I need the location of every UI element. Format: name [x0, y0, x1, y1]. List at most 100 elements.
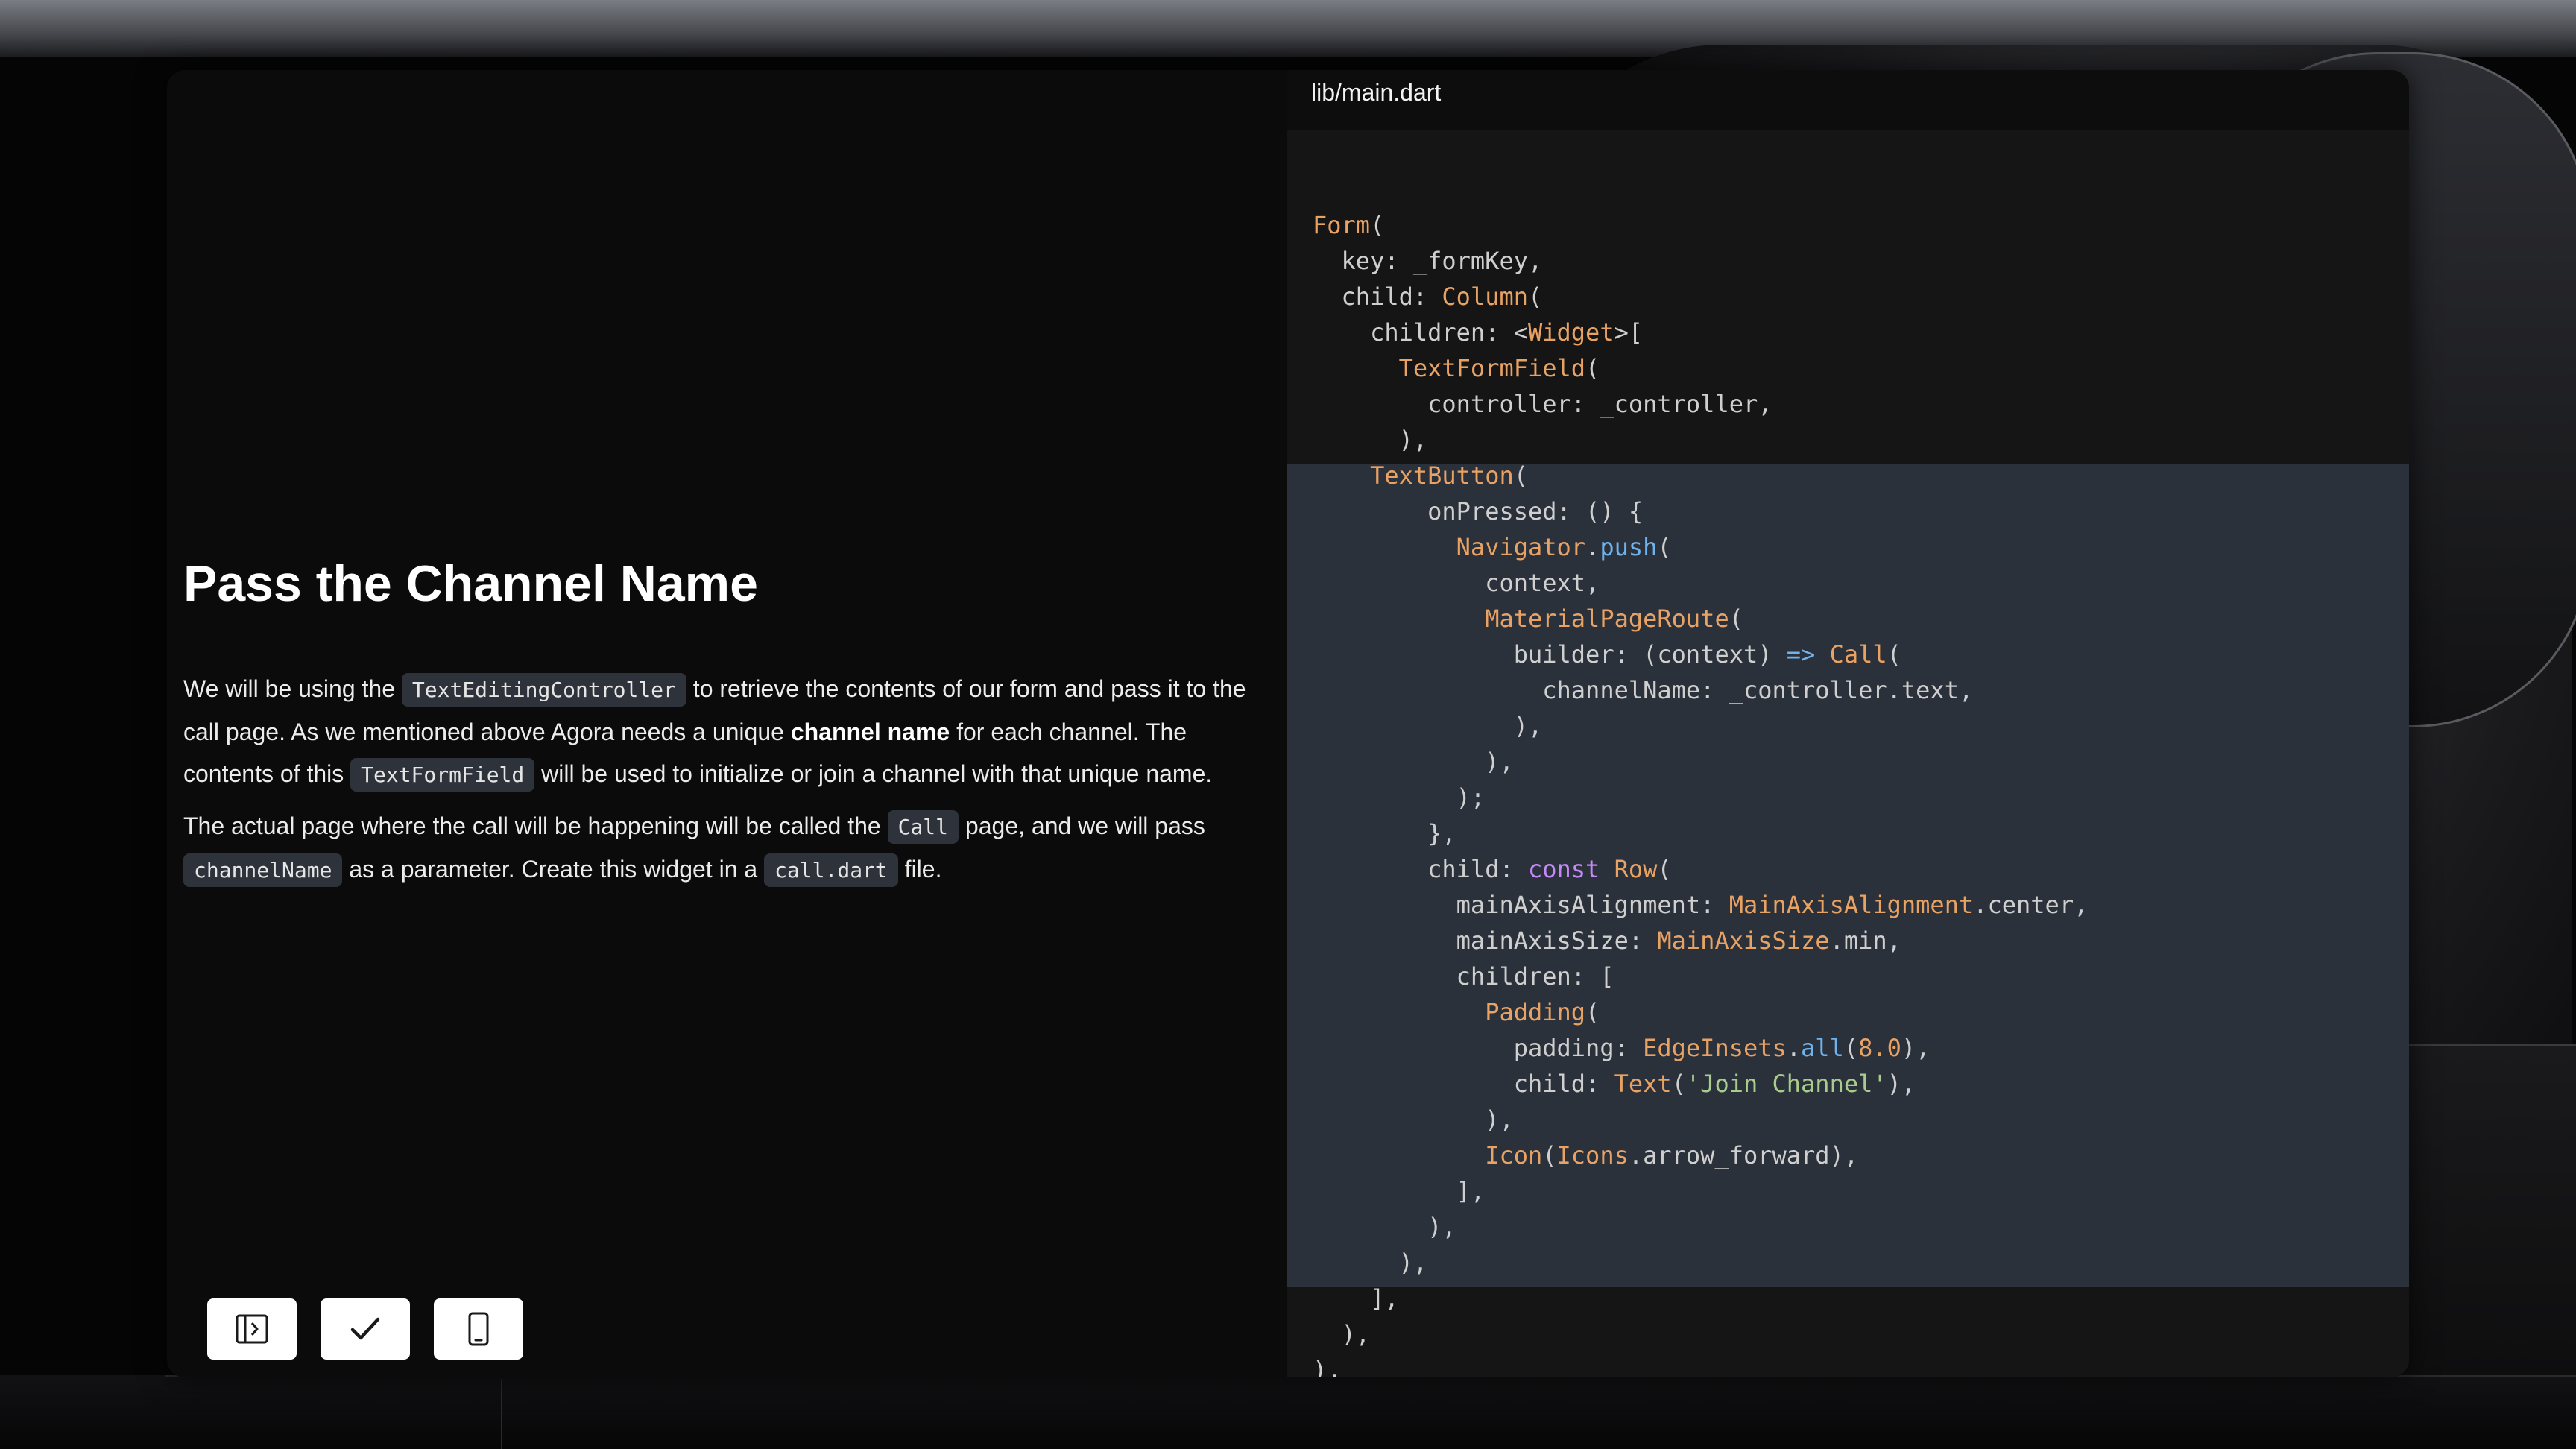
code-token: ( [1657, 533, 1672, 561]
code-line: Form( [1313, 207, 2088, 243]
code-token: const [1527, 855, 1600, 883]
code-token: padding: [1313, 1034, 1644, 1062]
code-token: child: [1313, 855, 1528, 883]
code-token: 8.0 [1858, 1034, 1901, 1062]
code-line: TextFormField( [1313, 350, 2088, 386]
code-line: mainAxisAlignment: MainAxisAlignment.cen… [1313, 887, 2089, 923]
code-token: ( [1370, 211, 1385, 239]
code-line: builder: (context) => Call( [1313, 637, 2088, 672]
code-token: push [1600, 533, 1658, 561]
code-line: ); [1313, 780, 2088, 815]
file-tab-bar: lib/main.dart [1287, 70, 2409, 130]
code-token: ), [1313, 1213, 1456, 1241]
code-line: ), [1313, 744, 2088, 780]
code-token: Row [1614, 855, 1658, 883]
bold-text: channel name [790, 719, 950, 745]
text-run: will be used to initialize or join a cha… [534, 760, 1213, 787]
background-bottom [0, 1375, 2576, 1449]
code-token: ( [1887, 640, 1901, 669]
code-token: Icon [1485, 1141, 1543, 1169]
lesson-pane: Pass the Channel Name We will be using t… [167, 70, 1287, 1377]
code-token: ( [1585, 354, 1600, 382]
check-button[interactable] [321, 1298, 410, 1360]
code-line: controller: _controller, [1313, 386, 2088, 422]
code-token: all [1801, 1034, 1844, 1062]
background-vline [501, 1379, 502, 1449]
tutorial-window: Pass the Channel Name We will be using t… [167, 70, 2409, 1377]
code-token: ], [1313, 1284, 1399, 1313]
inline-code: TextEditingController [401, 673, 686, 707]
code-token: children: < [1313, 318, 1528, 347]
code-line: onPressed: () { [1313, 493, 2088, 529]
code-token: ), [1887, 1070, 1916, 1098]
code-token: .min, [1829, 926, 1901, 955]
code-line: children: [ [1313, 959, 2088, 994]
code-token: MainAxisSize [1657, 926, 1830, 955]
code-token: MaterialPageRoute [1485, 604, 1729, 633]
background-shelf [2385, 1044, 2576, 1404]
code-token: Column [1442, 282, 1528, 311]
code-line: ), [1313, 422, 2088, 458]
code-line: key: _formKey, [1313, 243, 2088, 279]
toggle-sidebar-button[interactable] [207, 1298, 297, 1360]
code-token: builder: (context) [1313, 640, 1787, 669]
code-token: mainAxisSize: [1313, 926, 1658, 955]
phone-preview-icon [468, 1312, 489, 1346]
code-line: ), [1313, 1245, 2088, 1281]
code-token: context, [1313, 569, 1600, 597]
code-token: TextButton [1370, 461, 1514, 490]
code-token: Widget [1527, 318, 1614, 347]
code-token: key: _formKey, [1313, 247, 1543, 275]
text-run: as a parameter. Create this widget in a [342, 856, 765, 883]
code-line: children: <Widget>[ [1313, 315, 2088, 350]
code-line: ], [1313, 1281, 2088, 1316]
code-token: Text [1614, 1070, 1672, 1098]
code-token: ( [1671, 1070, 1686, 1098]
code-token: ), [1313, 1248, 1428, 1277]
check-icon [350, 1317, 380, 1340]
code-token: Navigator [1456, 533, 1586, 561]
lesson-paragraph-1: We will be using the TextEditingControll… [183, 668, 1279, 796]
code-token: . [1786, 1034, 1802, 1062]
code-token: ( [1513, 461, 1528, 490]
file-name: lib/main.dart [1311, 79, 1442, 106]
code-token: ), [1901, 1034, 1931, 1062]
code-line: mainAxisSize: MainAxisSize.min, [1313, 923, 2088, 959]
code-token: ), [1313, 1105, 1514, 1134]
code-line: ], [1313, 1173, 2088, 1209]
inline-code: TextFormField [350, 758, 535, 792]
code-token: .arrow_forward), [1628, 1141, 1859, 1169]
toggle-sidebar-icon [236, 1314, 268, 1344]
code-line: ), [1313, 708, 2088, 744]
code-line: context, [1313, 565, 2088, 601]
text-run: We will be using the [183, 675, 402, 702]
phone-preview-button[interactable] [434, 1298, 523, 1360]
inline-code: Call [887, 810, 959, 844]
code-token: channelName: _controller.text, [1313, 676, 1974, 704]
lesson-title: Pass the Channel Name [183, 555, 758, 612]
code-token: Call [1829, 640, 1887, 669]
code-line: MaterialPageRoute( [1313, 601, 2088, 637]
code-token: Form [1313, 211, 1371, 239]
inline-code: channelName [183, 853, 343, 887]
code-lines: Form( key: _formKey, child: Column( chil… [1313, 207, 2088, 1377]
code-line: ), [1313, 1316, 2088, 1352]
code-token: child: [1313, 282, 1442, 311]
code-token: children: [ [1313, 962, 1614, 991]
code-line: child: Column( [1313, 279, 2088, 315]
code-line: channelName: _controller.text, [1313, 672, 2088, 708]
text-run: page, and we will pass [959, 812, 1205, 839]
code-line: }, [1313, 815, 2088, 851]
code-pane: lib/main.dart Form( key: _formKey, child… [1287, 70, 2409, 1377]
code-token: ( [1843, 1034, 1859, 1062]
code-token: ( [1585, 998, 1600, 1026]
code-token: . [1585, 533, 1600, 561]
code-editor[interactable]: Form( key: _formKey, child: Column( chil… [1287, 130, 2409, 1377]
code-token: ( [1729, 604, 1743, 633]
code-line: ), [1313, 1352, 2088, 1377]
